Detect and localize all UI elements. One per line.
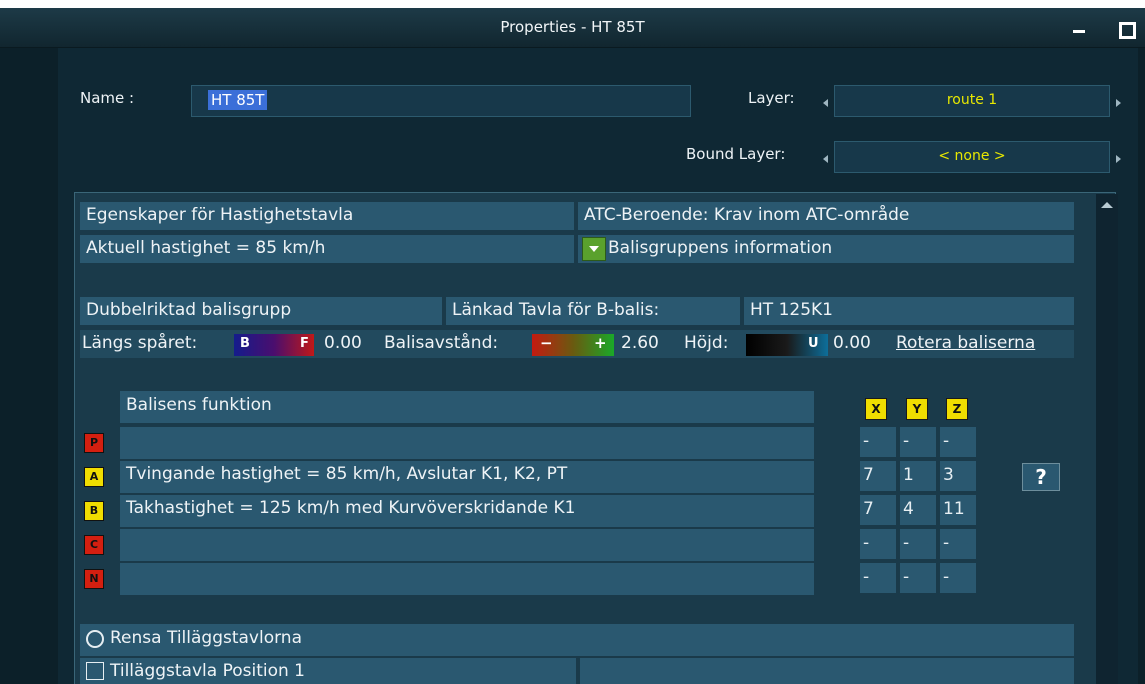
layer-value: route 1: [946, 92, 998, 108]
current-speed: Aktuell hastighet = 85 km/h: [80, 235, 574, 263]
balise-p-z[interactable]: -: [940, 427, 976, 457]
window-title: Properties - HT 85T: [500, 18, 645, 36]
up-letter: U: [808, 336, 819, 351]
expand-dropdown-icon[interactable]: [582, 237, 606, 261]
additional-position-1-label: Tilläggstavla Position 1: [110, 661, 305, 681]
along-track-value: 0.00: [324, 333, 362, 353]
balise-b-z[interactable]: 11: [940, 495, 976, 525]
additional-position-1[interactable]: Tilläggstavla Position 1: [80, 658, 576, 684]
backward-letter: B: [240, 336, 250, 351]
balise-p-x[interactable]: -: [860, 427, 896, 457]
bound-layer-value: < none >: [938, 148, 1006, 164]
balise-a-x[interactable]: 7: [860, 461, 896, 491]
double-direction-toggle[interactable]: Dubbelriktad balisgrupp: [80, 297, 442, 325]
balise-n-x[interactable]: -: [860, 563, 896, 593]
x-axis-badge: X: [865, 398, 887, 420]
balise-c-z[interactable]: -: [940, 529, 976, 559]
balise-group-info-toggle[interactable]: Balisgruppens information: [578, 235, 1074, 263]
plus-icon[interactable]: +: [594, 334, 607, 352]
along-track-slider[interactable]: B F: [234, 334, 314, 356]
clear-additional-label: Rensa Tilläggstavlorna: [110, 628, 302, 648]
balise-c-x[interactable]: -: [860, 529, 896, 559]
name-label: Name :: [80, 89, 135, 107]
balise-n-z[interactable]: -: [940, 563, 976, 593]
balise-group-info-label: Balisgruppens information: [608, 238, 833, 258]
clear-radio-icon[interactable]: [86, 630, 104, 648]
vertical-scrollbar[interactable]: [1096, 194, 1118, 684]
properties-title: Egenskaper för Hastighetstavla: [80, 202, 574, 230]
height-value: 0.00: [833, 333, 871, 353]
maximize-icon[interactable]: [1117, 20, 1136, 39]
along-track-label: Längs spåret:: [82, 333, 198, 353]
layer-select[interactable]: route 1: [834, 85, 1110, 117]
balise-c-y[interactable]: -: [900, 529, 936, 559]
balise-a-y[interactable]: 1: [900, 461, 936, 491]
balise-distance-slider[interactable]: − +: [532, 334, 614, 356]
balise-a-z[interactable]: 3: [940, 461, 976, 491]
layer-prev-icon[interactable]: [823, 99, 828, 107]
balise-b-x[interactable]: 7: [860, 495, 896, 525]
balise-n-function[interactable]: [120, 563, 814, 595]
balise-n-y[interactable]: -: [900, 563, 936, 593]
height-slider[interactable]: U: [746, 334, 828, 356]
bound-layer-select[interactable]: < none >: [834, 141, 1110, 173]
y-axis-badge: Y: [906, 398, 928, 420]
balise-n-badge[interactable]: N: [84, 569, 104, 589]
bound-layer-prev-icon[interactable]: [823, 155, 828, 163]
balise-b-y[interactable]: 4: [900, 495, 936, 525]
balise-distance-value: 2.60: [621, 333, 659, 353]
z-axis-badge: Z: [946, 398, 968, 420]
atc-dependency[interactable]: ATC-Beroende: Krav inom ATC-område: [578, 202, 1074, 230]
linked-sign-value[interactable]: HT 125K1: [744, 297, 1074, 325]
clear-additional-signs[interactable]: Rensa Tilläggstavlorna: [80, 624, 1074, 656]
bound-layer-next-icon[interactable]: [1116, 155, 1121, 163]
layer-label: Layer:: [748, 89, 795, 107]
balise-p-y[interactable]: -: [900, 427, 936, 457]
balise-c-badge[interactable]: C: [84, 535, 104, 555]
layer-next-icon[interactable]: [1116, 99, 1121, 107]
balise-function-header: Balisens funktion: [120, 391, 814, 423]
balise-c-function[interactable]: [120, 529, 814, 561]
additional-position-1-checkbox[interactable]: [86, 662, 104, 680]
help-button[interactable]: ?: [1022, 463, 1060, 491]
linked-sign-label: Länkad Tavla för B-balis:: [446, 297, 740, 325]
balise-b-function[interactable]: Takhastighet = 125 km/h med Kurvöverskri…: [120, 495, 814, 527]
forward-letter: F: [300, 336, 309, 351]
properties-window: Properties - HT 85T Name : HT 85T Layer:…: [0, 8, 1145, 684]
scroll-up-icon[interactable]: [1101, 202, 1113, 208]
balise-p-badge[interactable]: P: [84, 433, 104, 453]
balise-b-badge[interactable]: B: [84, 501, 104, 521]
name-input[interactable]: HT 85T: [191, 85, 691, 117]
balise-p-function[interactable]: [120, 427, 814, 459]
balise-a-badge[interactable]: A: [84, 467, 104, 487]
balise-a-function[interactable]: Tvingande hastighet = 85 km/h, Avslutar …: [120, 461, 814, 493]
name-value: HT 85T: [208, 90, 268, 110]
minimize-icon[interactable]: [1071, 20, 1087, 36]
title-bar: Properties - HT 85T: [0, 8, 1145, 48]
additional-position-1-value[interactable]: [580, 658, 1074, 684]
minus-icon[interactable]: −: [540, 334, 553, 352]
bound-layer-label: Bound Layer:: [686, 145, 786, 163]
balise-distance-label: Balisavstånd:: [384, 333, 499, 353]
height-label: Höjd:: [684, 333, 729, 353]
rotate-balises-link[interactable]: Rotera baliserna: [896, 333, 1035, 353]
